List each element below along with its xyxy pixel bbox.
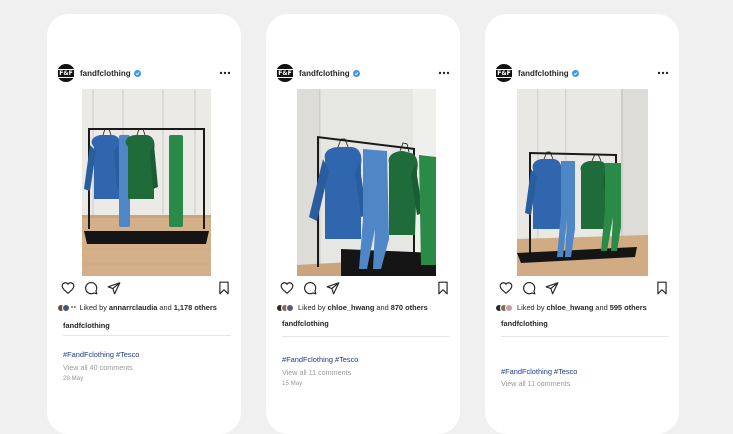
liked-by-row: Liked by chloe_hwang and 595 others bbox=[495, 303, 675, 312]
post-header: F&F fandfclothing bbox=[495, 64, 669, 82]
liked-by-and: and bbox=[376, 303, 389, 312]
liked-by-and: and bbox=[595, 303, 608, 312]
verified-badge-icon bbox=[133, 69, 141, 77]
liked-by-row: Liked by chloe_hwang and 870 others bbox=[276, 303, 456, 312]
post-actions bbox=[57, 281, 231, 295]
post-actions bbox=[495, 281, 669, 295]
avatar-logo-text: F&F bbox=[57, 68, 75, 78]
view-comments-link[interactable]: View all 11 comments bbox=[282, 368, 351, 377]
liker-avatars: • • bbox=[57, 303, 76, 312]
comment-icon[interactable] bbox=[522, 281, 536, 295]
divider bbox=[282, 336, 450, 337]
liked-by-count[interactable]: 595 others bbox=[610, 303, 647, 312]
liked-by-user[interactable]: annarrclaudia bbox=[109, 303, 157, 312]
profile-avatar[interactable]: F&F bbox=[276, 64, 294, 82]
liked-by-user[interactable]: chloe_hwang bbox=[547, 303, 594, 312]
liked-by-prefix: Liked by bbox=[79, 303, 107, 312]
liked-by-user[interactable]: chloe_hwang bbox=[328, 303, 375, 312]
liker-avatar bbox=[62, 303, 70, 312]
save-bookmark-icon[interactable] bbox=[655, 281, 669, 295]
post-card-1: F&F fandfclothing • • Liked by annarrcla… bbox=[47, 14, 241, 434]
save-bookmark-icon[interactable] bbox=[436, 281, 450, 295]
view-comments-link[interactable]: View all 40 comments bbox=[63, 363, 133, 372]
liked-by-count[interactable]: 870 others bbox=[391, 303, 428, 312]
comment-icon[interactable] bbox=[303, 281, 317, 295]
post-date: 28 May bbox=[63, 375, 84, 382]
like-heart-icon[interactable] bbox=[499, 281, 513, 295]
verified-badge-icon bbox=[352, 69, 360, 77]
divider bbox=[501, 336, 669, 337]
post-hashtags[interactable]: #FandFclothing #Tesco bbox=[501, 367, 577, 376]
liker-avatar bbox=[286, 303, 294, 312]
avatar-logo-text: F&F bbox=[495, 68, 513, 78]
post-hashtags[interactable]: #FandFclothing #Tesco bbox=[282, 355, 358, 364]
avatar-logo-text: F&F bbox=[276, 68, 294, 78]
liked-by-prefix: Liked by bbox=[298, 303, 326, 312]
profile-avatar[interactable]: F&F bbox=[57, 64, 75, 82]
more-options-icon[interactable] bbox=[657, 71, 669, 75]
like-heart-icon[interactable] bbox=[280, 281, 294, 295]
post-photo[interactable] bbox=[517, 89, 648, 276]
liked-by-prefix: Liked by bbox=[517, 303, 545, 312]
divider bbox=[63, 335, 231, 336]
caption-username[interactable]: fandfclothing bbox=[63, 321, 110, 330]
post-card-3: F&F fandfclothing Liked by chloe_hwang a… bbox=[485, 14, 679, 434]
post-header: F&F fandfclothing bbox=[57, 64, 231, 82]
share-icon[interactable] bbox=[545, 281, 559, 295]
post-username[interactable]: fandfclothing bbox=[80, 69, 131, 78]
post-hashtags[interactable]: #FandFclothing #Tesco bbox=[63, 350, 139, 359]
liker-avatars bbox=[276, 303, 294, 312]
caption-username[interactable]: fandfclothing bbox=[501, 319, 548, 328]
post-card-2: F&F fandfclothing Liked by chloe_hwang a… bbox=[266, 14, 460, 434]
profile-avatar[interactable]: F&F bbox=[495, 64, 513, 82]
more-options-icon[interactable] bbox=[438, 71, 450, 75]
post-date: 15 May bbox=[282, 380, 303, 387]
post-header: F&F fandfclothing bbox=[276, 64, 450, 82]
liker-avatar bbox=[505, 303, 513, 312]
more-options-icon[interactable] bbox=[219, 71, 231, 75]
liked-by-row: • • Liked by annarrclaudia and 1,178 oth… bbox=[57, 303, 237, 312]
liker-avatars bbox=[495, 303, 513, 312]
share-icon[interactable] bbox=[326, 281, 340, 295]
save-bookmark-icon[interactable] bbox=[217, 281, 231, 295]
comment-icon[interactable] bbox=[84, 281, 98, 295]
post-username[interactable]: fandfclothing bbox=[518, 69, 569, 78]
post-actions bbox=[276, 281, 450, 295]
post-photo[interactable] bbox=[82, 89, 211, 276]
share-icon[interactable] bbox=[107, 281, 121, 295]
liked-by-count[interactable]: 1,178 others bbox=[174, 303, 217, 312]
post-photo[interactable] bbox=[297, 89, 436, 276]
view-comments-link[interactable]: View all 11 comments bbox=[501, 379, 570, 388]
like-heart-icon[interactable] bbox=[61, 281, 75, 295]
liked-by-and: and bbox=[159, 303, 172, 312]
post-username[interactable]: fandfclothing bbox=[299, 69, 350, 78]
verified-badge-icon bbox=[571, 69, 579, 77]
caption-username[interactable]: fandfclothing bbox=[282, 319, 329, 328]
